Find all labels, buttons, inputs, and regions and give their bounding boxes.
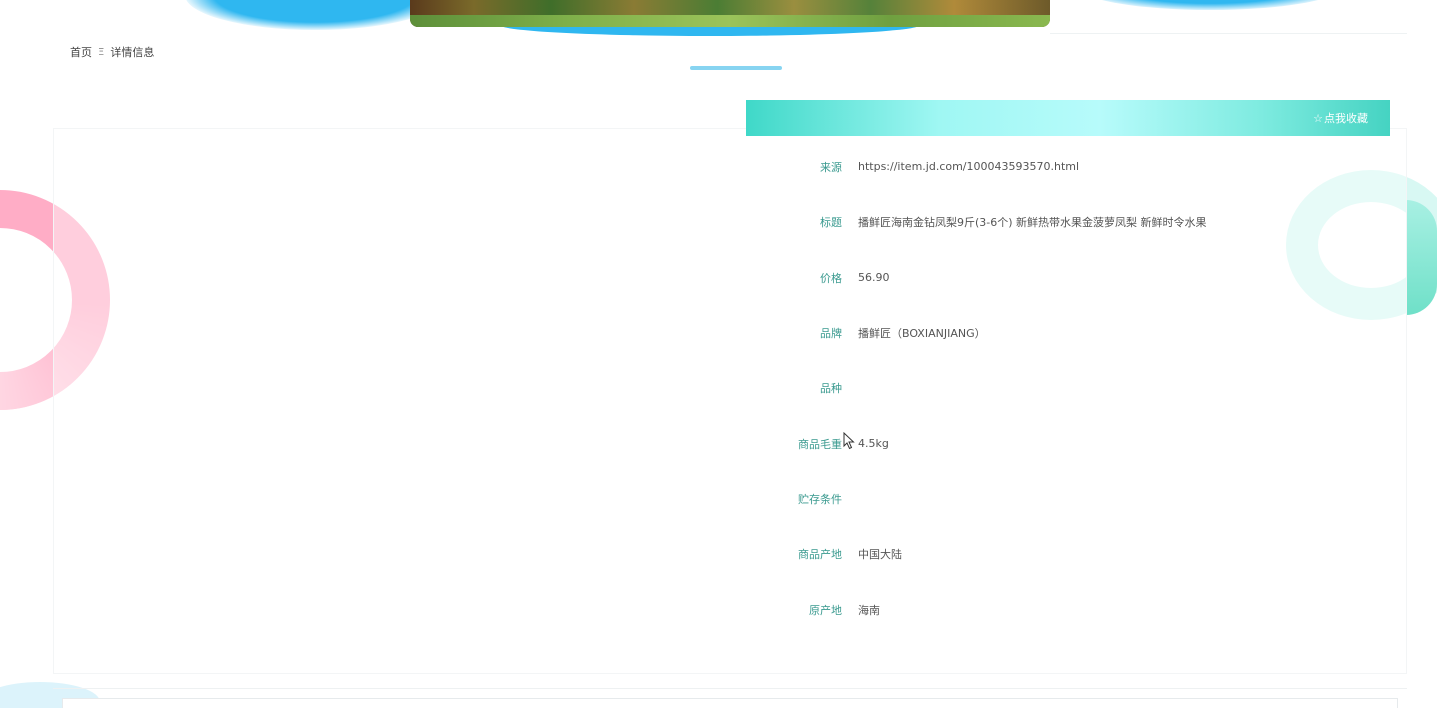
favorite-button[interactable]: ☆ 点我收藏 xyxy=(1313,110,1368,126)
breadcrumb-current: 详情信息 xyxy=(110,46,155,59)
detail-label: 商品产地 xyxy=(798,547,842,561)
detail-label: 原产地 xyxy=(809,603,842,617)
detail-label: 标题 xyxy=(820,215,842,229)
page: 首页 Ξ 详情信息 ☆ 点我收藏 来源 https://item.jd.com/… xyxy=(0,0,1437,708)
detail-label: 来源 xyxy=(820,160,842,174)
mouse-cursor-icon xyxy=(843,432,855,450)
detail-value: 播鲜匠海南金钻凤梨9斤(3-6个) 新鲜热带水果金菠萝凤梨 新鲜时令水果 xyxy=(858,215,1207,229)
detail-value: 中国大陆 xyxy=(858,547,902,561)
detail-row-brand: 品牌 播鲜匠（BOXIANJIANG） xyxy=(746,305,1390,360)
detail-row-price: 价格 56.90 xyxy=(746,250,1390,305)
detail-row-storage: 贮存条件 xyxy=(746,471,1390,526)
detail-value: 海南 xyxy=(858,603,880,617)
detail-label: 价格 xyxy=(820,271,842,285)
detail-row-variety: 品种 xyxy=(746,360,1390,415)
breadcrumb: 首页 Ξ 详情信息 xyxy=(70,44,154,60)
banner-image xyxy=(410,0,1050,27)
detail-value: 56.90 xyxy=(858,271,890,284)
detail-value: 播鲜匠（BOXIANJIANG） xyxy=(858,326,986,340)
detail-row-title: 标题 播鲜匠海南金钻凤梨9斤(3-6个) 新鲜热带水果金菠萝凤梨 新鲜时令水果 xyxy=(746,194,1390,249)
detail-value: 4.5kg xyxy=(858,437,889,450)
detail-label: 品种 xyxy=(820,381,842,395)
detail-label: 贮存条件 xyxy=(798,492,842,506)
decor-blob-top-left xyxy=(185,0,445,30)
favorite-bar: ☆ 点我收藏 xyxy=(746,100,1390,136)
detail-label: 商品毛重 xyxy=(798,437,842,451)
star-icon: ☆ xyxy=(1313,111,1323,125)
decor-blob-top-right xyxy=(1080,0,1340,10)
breadcrumb-home[interactable]: 首页 xyxy=(70,44,92,60)
detail-value: https://item.jd.com/100043593570.html xyxy=(858,160,1080,173)
detail-row-source: 来源 https://item.jd.com/100043593570.html xyxy=(746,139,1390,194)
decor-small-bar xyxy=(690,66,782,70)
favorite-label: 点我收藏 xyxy=(1324,112,1368,125)
decor-ring-right-accent xyxy=(1406,200,1437,315)
breadcrumb-separator: Ξ xyxy=(98,46,105,58)
top-divider xyxy=(1050,33,1407,34)
detail-row-production-place: 商品产地 中国大陆 xyxy=(746,526,1390,581)
detail-row-origin: 原产地 海南 xyxy=(746,582,1390,637)
bottom-inner-box xyxy=(62,698,1398,708)
detail-label: 品牌 xyxy=(820,326,842,340)
